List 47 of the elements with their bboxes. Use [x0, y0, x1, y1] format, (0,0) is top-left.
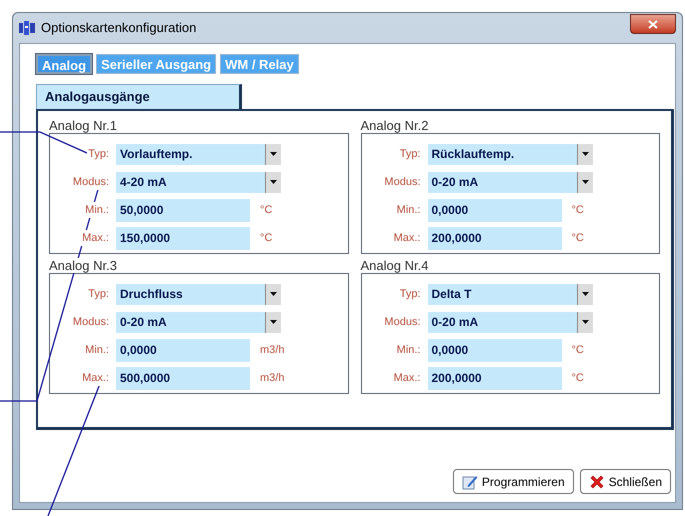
program-button[interactable]: Programmieren — [452, 469, 574, 494]
unit-label: °C — [572, 202, 584, 218]
unit-label: °C — [572, 230, 584, 246]
dropdown[interactable]: Druchfluss — [116, 284, 281, 304]
dropdown[interactable]: 0-20 mA — [116, 312, 281, 332]
caret-icon — [582, 180, 588, 184]
unit-label: °C — [260, 202, 272, 218]
close-icon — [648, 20, 658, 28]
unit-label: °C — [260, 230, 272, 246]
input-field[interactable]: 50,0000 — [116, 198, 250, 222]
window-title: Optionskartenkonfiguration — [41, 19, 196, 38]
input-field[interactable]: 500,0000 — [116, 366, 250, 390]
caret-icon — [270, 180, 277, 184]
group-title: Analog Nr.3 — [49, 258, 117, 273]
input-field[interactable]: 200,0000 — [428, 226, 562, 250]
caret-icon — [270, 292, 277, 296]
unit-label: m3/h — [260, 370, 284, 386]
input-field[interactable]: 0,0000 — [428, 338, 562, 362]
group-title: Analog Nr.4 — [360, 258, 428, 273]
unit-label: °C — [572, 370, 584, 386]
dropdown[interactable]: 0-20 mA — [428, 312, 592, 332]
input-field[interactable]: 0,0000 — [428, 198, 562, 222]
app-icon — [19, 21, 35, 35]
close-icon — [588, 474, 605, 490]
dropdown[interactable]: Vorlauftemp. — [116, 144, 281, 164]
group-title: Analog Nr.2 — [360, 118, 428, 133]
caret-icon — [270, 152, 277, 156]
caret-icon — [582, 152, 588, 156]
input-field[interactable]: 150,0000 — [116, 226, 250, 250]
unit-label: m3/h — [260, 342, 284, 358]
dropdown[interactable]: Rücklauftemp. — [428, 144, 592, 164]
unit-label: °C — [572, 342, 584, 358]
field-label: Min.: — [84, 202, 110, 218]
close-button[interactable]: Schließen — [580, 469, 671, 494]
close-button[interactable] — [630, 14, 676, 34]
input-field[interactable]: 0,0000 — [116, 338, 250, 362]
input-field[interactable]: 200,0000 — [428, 366, 562, 390]
caret-icon — [582, 320, 588, 324]
caret-icon — [582, 292, 588, 296]
field-label: Max.: — [81, 230, 110, 246]
caret-icon — [270, 320, 277, 324]
dropdown[interactable]: 0-20 mA — [428, 172, 592, 192]
section-tab[interactable]: Analogausgänge — [36, 84, 242, 109]
group-title: Analog Nr.1 — [49, 118, 117, 133]
dropdown[interactable]: 4-20 mA — [116, 172, 281, 192]
pen-paper-icon — [462, 474, 478, 490]
dropdown[interactable]: Delta T — [428, 284, 592, 304]
